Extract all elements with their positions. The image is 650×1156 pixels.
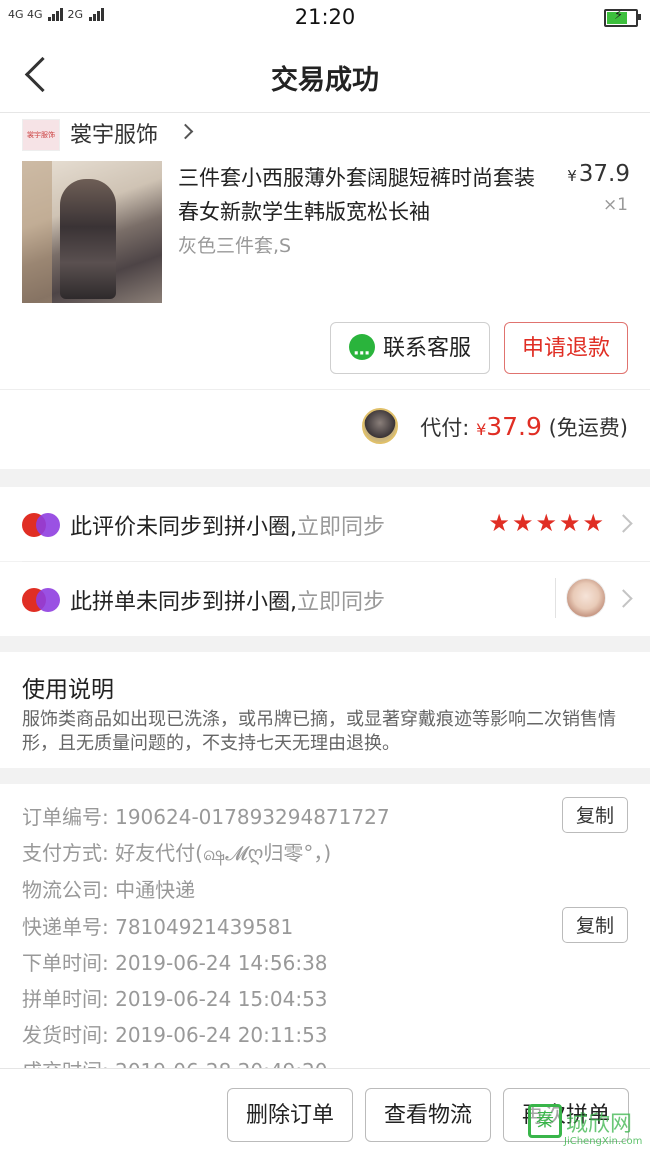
order-time-row: 下单时间: 2019-06-24 14:56:38 (22, 947, 328, 976)
pin-circle-icon (22, 588, 60, 612)
ship-time: 2019-06-24 20:11:53 (115, 1023, 328, 1047)
ship-time-row: 发货时间: 2019-06-24 20:11:53 (22, 1019, 328, 1048)
chat-bubble-icon (348, 328, 375, 380)
watermark-url: JiChengXin.com (564, 1136, 643, 1147)
payment-currency: ¥ (476, 420, 487, 439)
copy-order-number-button[interactable]: 复制 (562, 797, 628, 833)
usage-text: 服饰类商品如出现已洗涤，或吊牌已摘，或显著穿戴痕迹等影响二次销售情形，且无质量问… (22, 709, 616, 754)
product-image[interactable] (22, 161, 162, 303)
payment-amount: 37.9 (486, 412, 542, 441)
tracking-number-row: 快递单号: 78104921439581 (22, 911, 293, 940)
tracking-number: 78104921439581 (115, 915, 294, 939)
review-sync-text: 此评价未同步到拼小圈,立即同步 (70, 509, 385, 541)
group-sync-message: 此拼单未同步到拼小圈, (70, 590, 297, 615)
product-price: ¥37.9 (567, 161, 630, 187)
nav-bar: 交易成功 (0, 38, 650, 113)
detail-label: 订单编号: (22, 805, 109, 829)
courier-company: 中通快递 (115, 878, 196, 902)
group-sync-text: 此拼单未同步到拼小圈,立即同步 (70, 584, 385, 616)
order-number-row: 订单编号: 190624-017893294871727 (22, 801, 390, 830)
product-title[interactable]: 三件套小西服薄外套阔腿短裤时尚套装春女新款学生韩版宽松长袖 (178, 161, 548, 229)
group-time: 2019-06-24 15:04:53 (115, 987, 328, 1011)
chevron-right-icon (614, 589, 633, 608)
watermark-logo: 秦 (528, 1104, 562, 1138)
detail-label: 发货时间: (22, 1023, 109, 1047)
courier-row: 物流公司: 中通快递 (22, 874, 195, 903)
contact-service-label: 联系客服 (382, 336, 471, 361)
clock: 21:20 (294, 5, 356, 29)
contact-service-button[interactable]: 联系客服 (330, 322, 490, 380)
review-sync-link[interactable]: 立即同步 (297, 515, 385, 540)
page-title: 交易成功 (271, 65, 379, 96)
divider (555, 578, 556, 618)
usage-title: 使用说明 (22, 677, 114, 703)
order-time: 2019-06-24 14:56:38 (115, 951, 328, 975)
delete-order-button[interactable]: 删除订单 (227, 1088, 353, 1142)
payment-row: 代付: ¥37.9 (免运费) (0, 389, 650, 470)
detail-label: 物流公司: (22, 878, 109, 902)
group-time-row: 拼单时间: 2019-06-24 15:04:53 (22, 983, 328, 1012)
pin-circle-icon (22, 513, 60, 537)
status-bar: 4G 4G 2G 21:20 ⚡ (0, 0, 650, 38)
apply-refund-button[interactable]: 申请退款 (504, 322, 628, 374)
chevron-right-icon (177, 123, 194, 140)
payment-label: 代付: (420, 416, 470, 440)
watermark-text: 城欣网 (566, 1112, 633, 1137)
group-sync-link[interactable]: 立即同步 (297, 590, 385, 615)
usage-notes: 使用说明 服饰类商品如出现已洗涤，或吊牌已摘，或显著穿戴痕迹等影响二次销售情形，… (0, 652, 650, 768)
group-member-avatar (566, 578, 606, 618)
site-watermark: 秦 城欣网 JiChengXin.com (528, 1104, 646, 1150)
order-details: 订单编号: 190624-017893294871727 复制 支付方式: 好友… (0, 784, 650, 1074)
payment-method-row: 支付方式: 好友代付(ஷ𝓜ღ归零°，) (22, 837, 331, 868)
detail-label: 快递单号: (22, 915, 109, 939)
review-sync-row[interactable]: 此评价未同步到拼小圈,立即同步 ★★★★★ (0, 487, 650, 561)
detail-label: 支付方式: (22, 841, 109, 865)
detail-label: 拼单时间: (22, 987, 109, 1011)
shop-name[interactable]: 裳宇服饰 (70, 117, 158, 149)
chevron-right-icon (614, 514, 633, 533)
payment-summary: 代付: ¥37.9 (免运费) (420, 412, 628, 442)
product-sku: 灰色三件套,S (178, 235, 292, 257)
order-number: 190624-017893294871727 (115, 805, 390, 829)
rating-stars: ★★★★★ (488, 509, 606, 537)
shipping-note: (免运费) (548, 416, 628, 440)
order-card: 裳宇服饰 裳宇服饰 三件套小西服薄外套阔腿短裤时尚套装春女新款学生韩版宽松长袖 … (0, 113, 650, 469)
shop-logo: 裳宇服饰 (22, 119, 60, 151)
detail-label: 下单时间: (22, 951, 109, 975)
battery-icon: ⚡ (604, 8, 641, 27)
product-quantity: ×1 (602, 195, 628, 215)
view-logistics-button[interactable]: 查看物流 (365, 1088, 491, 1142)
group-sync-row[interactable]: 此拼单未同步到拼小圈,立即同步 (0, 562, 650, 636)
payment-method: 好友代付(ஷ𝓜ღ归零°，) (115, 841, 332, 865)
review-sync-message: 此评价未同步到拼小圈, (70, 515, 297, 540)
payer-avatar (362, 408, 398, 444)
price-value: 37.9 (578, 161, 630, 187)
copy-tracking-number-button[interactable]: 复制 (562, 907, 628, 943)
currency-symbol: ¥ (567, 167, 577, 185)
